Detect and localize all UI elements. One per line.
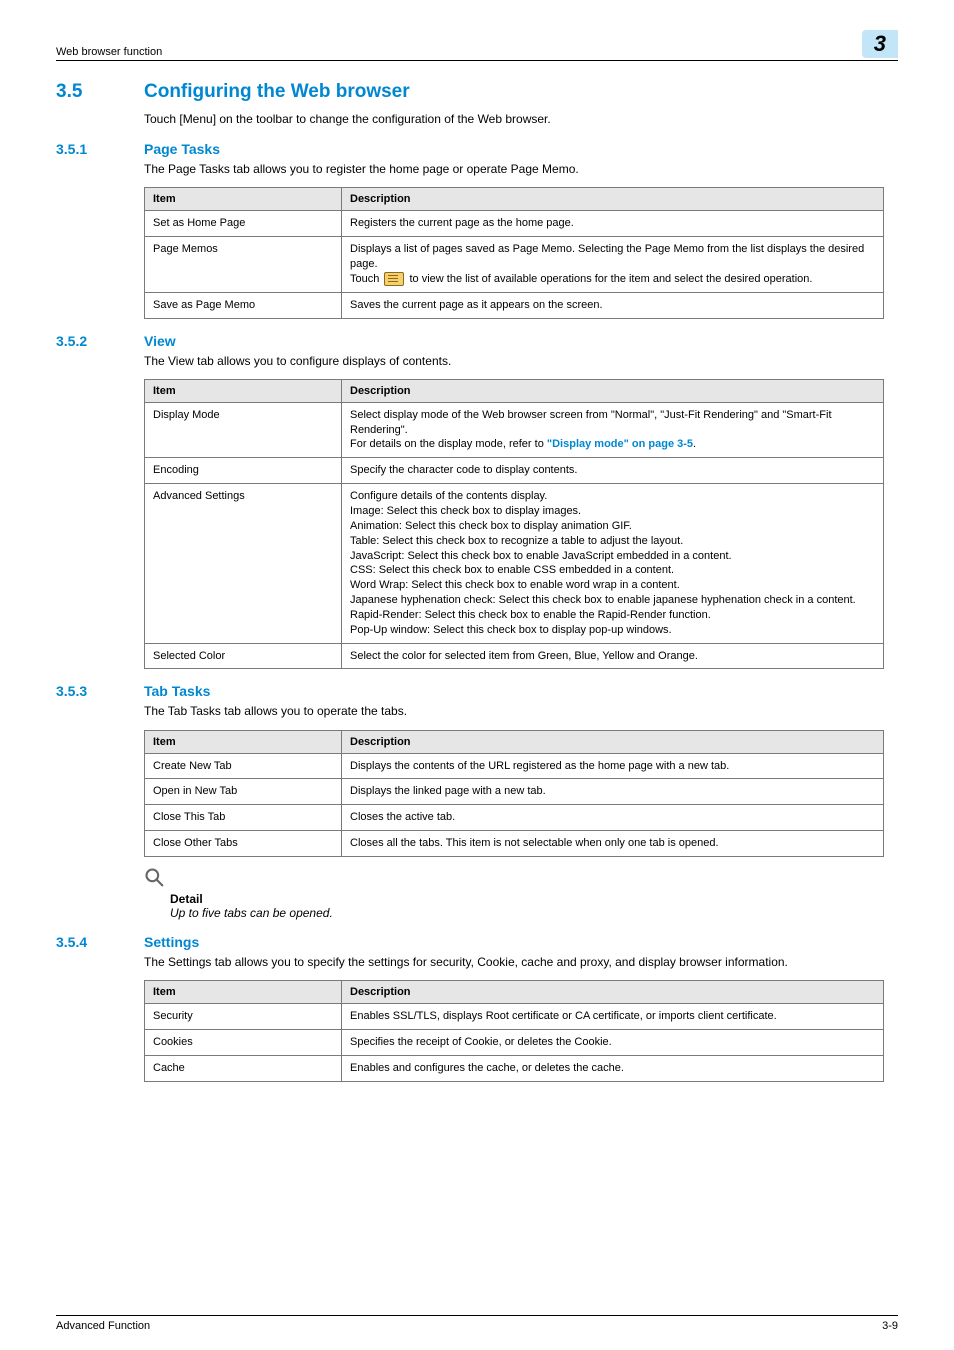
cross-reference-link[interactable]: "Display mode" on page 3-5 <box>547 438 693 450</box>
table-row: Security Enables SSL/TLS, displays Root … <box>145 1004 884 1030</box>
table-row: Close This Tab Closes the active tab. <box>145 805 884 831</box>
cell-desc: Displays the contents of the URL registe… <box>342 753 884 779</box>
cell-item: Save as Page Memo <box>145 292 342 318</box>
table-row: Save as Page Memo Saves the current page… <box>145 292 884 318</box>
cell-item: Cache <box>145 1055 342 1081</box>
page-footer: Advanced Function 3-9 <box>56 1315 898 1332</box>
cell-item: Close This Tab <box>145 805 342 831</box>
heading-title: Configuring the Web browser <box>144 81 410 103</box>
heading-number: 3.5.1 <box>56 141 116 157</box>
magnifier-icon <box>144 867 164 892</box>
cell-desc: Select display mode of the Web browser s… <box>342 402 884 458</box>
section-intro: Touch [Menu] on the toolbar to change th… <box>144 111 898 127</box>
cell-item: Security <box>145 1004 342 1030</box>
table-view: Item Description Display Mode Select dis… <box>144 379 884 670</box>
table-row: Advanced Settings Configure details of t… <box>145 484 884 643</box>
cell-item: Encoding <box>145 458 342 484</box>
cell-item: Page Memos <box>145 237 342 293</box>
table-row: Page Memos Displays a list of pages save… <box>145 237 884 293</box>
table-row: Selected Color Select the color for sele… <box>145 643 884 669</box>
cell-desc: Enables and configures the cache, or del… <box>342 1055 884 1081</box>
col-desc: Description <box>342 981 884 1004</box>
desc-post: . <box>693 438 696 450</box>
section-intro: The Page Tasks tab allows you to registe… <box>144 161 898 177</box>
heading-number: 3.5.3 <box>56 683 116 699</box>
cell-item: Selected Color <box>145 643 342 669</box>
running-header: Web browser function 3 <box>56 30 898 61</box>
table-row: Set as Home Page Registers the current p… <box>145 211 884 237</box>
cell-desc: Specify the character code to display co… <box>342 458 884 484</box>
col-desc: Description <box>342 730 884 753</box>
cell-item: Close Other Tabs <box>145 831 342 857</box>
heading-title: Page Tasks <box>144 141 220 157</box>
col-item: Item <box>145 188 342 211</box>
table-row: Cache Enables and configures the cache, … <box>145 1055 884 1081</box>
cell-desc: Registers the current page as the home p… <box>342 211 884 237</box>
cell-desc: Enables SSL/TLS, displays Root certifica… <box>342 1004 884 1030</box>
cell-item: Advanced Settings <box>145 484 342 643</box>
cell-desc: Saves the current page as it appears on … <box>342 292 884 318</box>
heading-3-5-3: 3.5.3 Tab Tasks <box>56 683 898 699</box>
section-intro: The View tab allows you to configure dis… <box>144 353 898 369</box>
detail-label: Detail <box>170 892 898 906</box>
table-settings: Item Description Security Enables SSL/TL… <box>144 980 884 1082</box>
col-item: Item <box>145 981 342 1004</box>
table-row: Display Mode Select display mode of the … <box>145 402 884 458</box>
running-header-title: Web browser function <box>56 46 162 58</box>
section-intro: The Settings tab allows you to specify t… <box>144 954 898 970</box>
heading-3-5-4: 3.5.4 Settings <box>56 934 898 950</box>
cell-item: Display Mode <box>145 402 342 458</box>
footer-left: Advanced Function <box>56 1320 150 1332</box>
cell-desc: Configure details of the contents displa… <box>342 484 884 643</box>
table-header-row: Item Description <box>145 981 884 1004</box>
cell-desc: Select the color for selected item from … <box>342 643 884 669</box>
table-row: Create New Tab Displays the contents of … <box>145 753 884 779</box>
cell-item: Create New Tab <box>145 753 342 779</box>
table-row: Open in New Tab Displays the linked page… <box>145 779 884 805</box>
heading-title: Tab Tasks <box>144 683 210 699</box>
cell-item: Open in New Tab <box>145 779 342 805</box>
table-header-row: Item Description <box>145 188 884 211</box>
detail-note: Detail Up to five tabs can be opened. <box>144 867 898 920</box>
table-row: Cookies Specifies the receipt of Cookie,… <box>145 1030 884 1056</box>
table-tab-tasks: Item Description Create New Tab Displays… <box>144 730 884 857</box>
cell-desc: Closes all the tabs. This item is not se… <box>342 831 884 857</box>
table-row: Encoding Specify the character code to d… <box>145 458 884 484</box>
footer-right: 3-9 <box>882 1320 898 1332</box>
table-row: Close Other Tabs Closes all the tabs. Th… <box>145 831 884 857</box>
heading-3-5: 3.5 Configuring the Web browser <box>56 81 898 103</box>
list-icon <box>384 272 404 286</box>
heading-3-5-2: 3.5.2 View <box>56 333 898 349</box>
detail-body: Up to five tabs can be opened. <box>170 906 898 920</box>
heading-number: 3.5.2 <box>56 333 116 349</box>
table-header-row: Item Description <box>145 379 884 402</box>
cell-desc: Displays the linked page with a new tab. <box>342 779 884 805</box>
cell-desc: Specifies the receipt of Cookie, or dele… <box>342 1030 884 1056</box>
desc-post: to view the list of available operations… <box>406 273 812 285</box>
section-intro: The Tab Tasks tab allows you to operate … <box>144 703 898 719</box>
cell-item: Set as Home Page <box>145 211 342 237</box>
col-item: Item <box>145 379 342 402</box>
cell-desc: Displays a list of pages saved as Page M… <box>342 237 884 293</box>
heading-title: View <box>144 333 176 349</box>
heading-title: Settings <box>144 934 199 950</box>
heading-3-5-1: 3.5.1 Page Tasks <box>56 141 898 157</box>
col-desc: Description <box>342 379 884 402</box>
col-desc: Description <box>342 188 884 211</box>
table-page-tasks: Item Description Set as Home Page Regist… <box>144 187 884 318</box>
heading-number: 3.5.4 <box>56 934 116 950</box>
table-header-row: Item Description <box>145 730 884 753</box>
heading-number: 3.5 <box>56 81 116 103</box>
cell-item: Cookies <box>145 1030 342 1056</box>
chapter-badge: 3 <box>862 30 898 58</box>
cell-desc: Closes the active tab. <box>342 805 884 831</box>
col-item: Item <box>145 730 342 753</box>
